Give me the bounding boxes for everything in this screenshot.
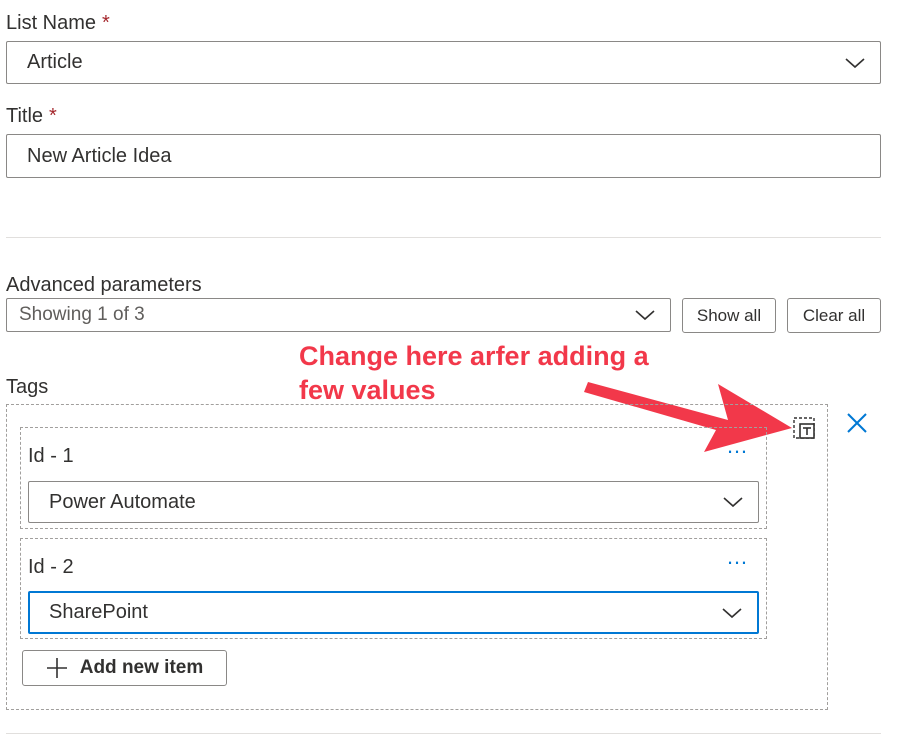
chevron-down-icon — [845, 57, 865, 68]
more-options-icon[interactable]: … — [726, 435, 750, 457]
show-all-button[interactable]: Show all — [682, 298, 776, 333]
list-name-label-text: List Name — [6, 12, 97, 34]
bottom-divider — [6, 733, 881, 734]
advanced-parameters-label: Advanced parameters — [6, 274, 202, 296]
advanced-dropdown-value: Showing 1 of 3 — [19, 304, 145, 325]
tag-item-1-id-label: Id - 1 — [28, 445, 74, 467]
title-label-text: Title — [6, 105, 44, 127]
add-new-item-button[interactable]: Add new item — [22, 650, 227, 686]
tag-item-1-value: Power Automate — [49, 490, 196, 513]
title-label: Title * — [6, 104, 57, 128]
list-name-dropdown[interactable]: Article — [6, 41, 881, 84]
list-name-label: List Name * — [6, 11, 110, 35]
add-new-item-label: Add new item — [79, 657, 204, 678]
section-divider — [6, 237, 881, 238]
tag-item-1-dropdown[interactable]: Power Automate — [28, 481, 759, 523]
annotation-line-1: Change here arfer adding a — [299, 341, 649, 371]
tags-label: Tags — [6, 376, 49, 398]
tag-item-2-dropdown[interactable]: SharePoint — [28, 591, 759, 634]
chevron-down-icon — [723, 497, 743, 508]
required-mark: * — [102, 12, 110, 34]
advanced-parameters-dropdown[interactable]: Showing 1 of 3 — [6, 298, 671, 332]
title-input-value: New Article Idea — [27, 144, 172, 167]
chevron-down-icon — [635, 310, 655, 321]
tag-item-2-id-label: Id - 2 — [28, 556, 74, 578]
tag-item-2-value: SharePoint — [49, 601, 148, 623]
switch-to-text-mode-icon[interactable] — [792, 416, 818, 442]
chevron-down-icon — [722, 607, 742, 618]
plus-icon — [46, 658, 67, 678]
more-options-icon[interactable]: … — [726, 546, 750, 568]
close-icon[interactable] — [846, 412, 868, 434]
clear-all-button[interactable]: Clear all — [787, 298, 881, 333]
required-mark: * — [49, 105, 57, 127]
title-input[interactable]: New Article Idea — [6, 134, 881, 178]
list-name-value: Article — [27, 51, 83, 73]
